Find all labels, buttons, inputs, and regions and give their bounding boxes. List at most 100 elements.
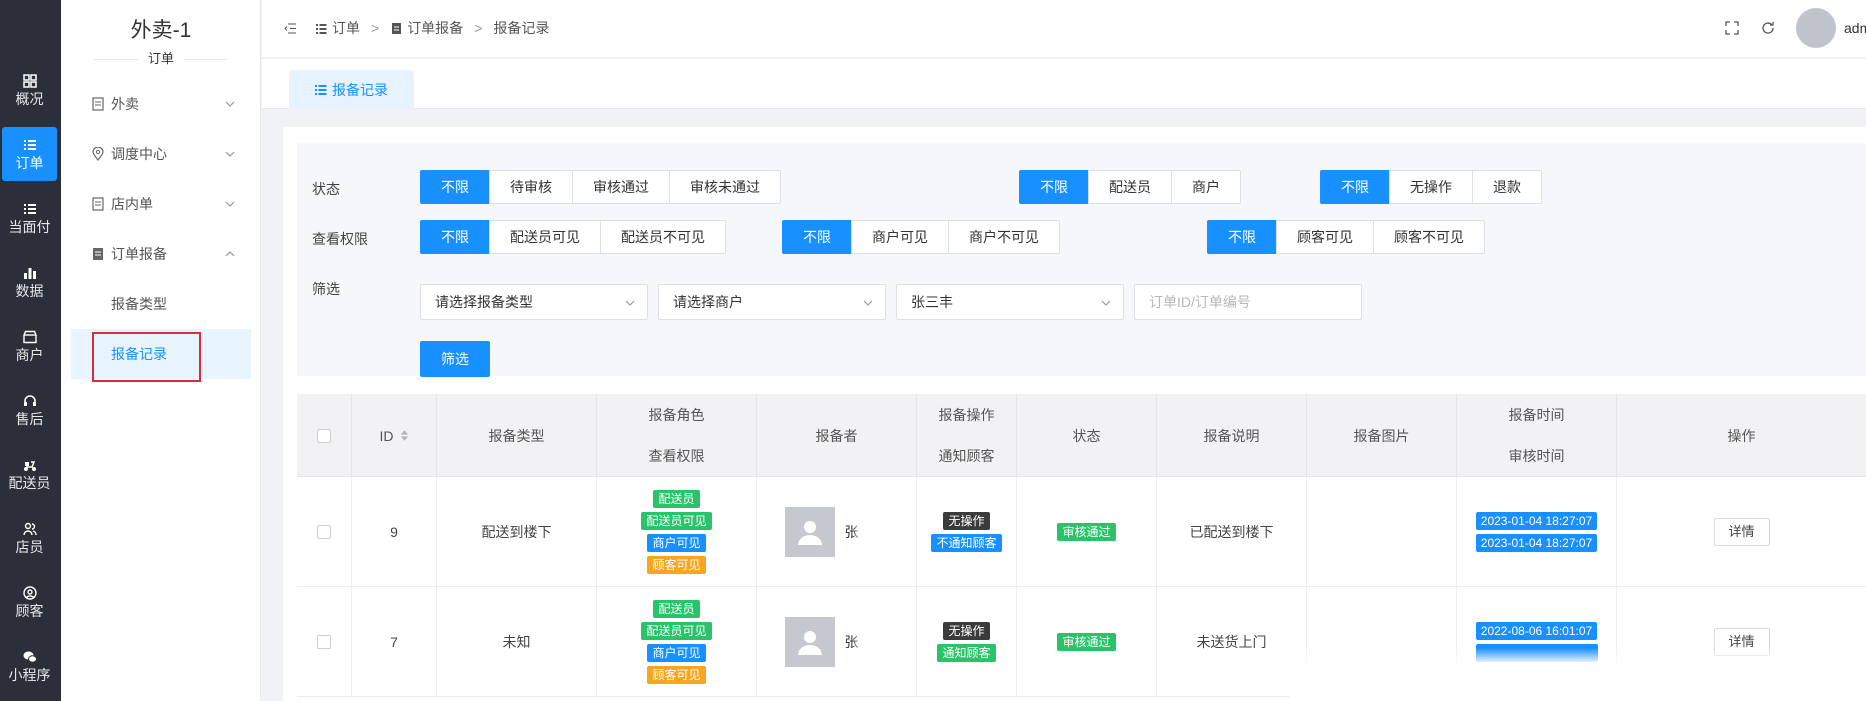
breadcrumb-item[interactable]: 订单报备	[407, 18, 463, 38]
customer-perm-all[interactable]: 不限	[1207, 220, 1277, 254]
rail-item-riders[interactable]: 配送员	[2, 447, 57, 501]
rail-item-after-sales[interactable]: 售后	[2, 383, 57, 437]
status-option-rejected[interactable]: 审核未通过	[669, 170, 781, 204]
header-status-label: 状态	[1072, 427, 1101, 444]
rail-label: 订单	[15, 154, 44, 171]
merchant-select[interactable]: 请选择商户	[658, 284, 886, 320]
menu-item-report-types[interactable]: 报备类型	[71, 282, 251, 326]
rail-item-customers[interactable]: 顾客	[2, 575, 57, 629]
action-option-refund[interactable]: 退款	[1472, 170, 1542, 204]
row-checkbox[interactable]	[317, 635, 331, 649]
rail-item-orders[interactable]: 订单	[2, 127, 57, 181]
header-status: 状态	[1017, 394, 1157, 477]
merchant-select-value: 请选择商户	[673, 294, 743, 310]
rider-select[interactable]: 张三丰	[896, 284, 1124, 320]
report-type-select[interactable]: 请选择报备类型	[420, 284, 648, 320]
document-icon	[92, 197, 104, 211]
location-icon	[92, 147, 104, 161]
tab-report-records[interactable]: 报备记录	[289, 70, 414, 109]
header-desc: 报备说明	[1157, 394, 1307, 477]
row-select-cell	[297, 477, 352, 587]
chevron-down-icon	[1101, 300, 1111, 306]
header-action-label: 报备操作	[938, 407, 995, 423]
notify-tag: 不通知顾客	[931, 534, 1002, 552]
table-row: 9 配送到楼下 配送员 配送员可见 商户可见 顾客可见 张 无操作 不通知顾客 …	[297, 477, 1866, 587]
rail-label: 配送员	[8, 474, 51, 491]
chevron-down-icon	[225, 151, 235, 157]
fullscreen-icon[interactable]	[1724, 20, 1740, 36]
order-id-input[interactable]: 订单ID/订单编号	[1134, 284, 1362, 320]
action-option-none[interactable]: 无操作	[1389, 170, 1473, 204]
rider-perm-visible[interactable]: 配送员可见	[489, 220, 601, 254]
content-card: 状态 不限 待审核 审核通过 审核未通过 不限 配送员 商户 不限 无操作 退款…	[283, 127, 1866, 701]
filter-panel: 状态 不限 待审核 审核通过 审核未通过 不限 配送员 商户 不限 无操作 退款…	[297, 143, 1866, 377]
menu-item-order-report[interactable]: 订单报备	[71, 232, 251, 276]
cell-action: 无操作 不通知顾客	[917, 477, 1017, 587]
role-tag: 配送员	[653, 490, 700, 508]
rail-label: 商户	[15, 346, 44, 363]
header-reporter: 报备者	[757, 394, 917, 477]
merchant-visible-tag: 商户可见	[647, 644, 706, 662]
refresh-icon[interactable]	[1760, 20, 1776, 36]
top-bar: 订单 > 订单报备 > 报备记录 admin	[262, 0, 1866, 58]
rider-visible-tag: 配送员可见	[641, 622, 712, 640]
status-option-approved[interactable]: 审核通过	[572, 170, 670, 204]
list-icon	[23, 139, 36, 150]
action-filter-group: 不限 无操作 退款	[1320, 170, 1542, 204]
breadcrumb-separator: >	[474, 20, 483, 36]
role-option-all[interactable]: 不限	[1019, 170, 1089, 204]
menu-item-label: 订单报备	[111, 246, 167, 262]
cell-op: 详情	[1617, 477, 1866, 587]
avatar[interactable]	[1796, 8, 1836, 48]
filter-submit-button[interactable]: 筛选	[420, 341, 490, 377]
header-desc-label: 报备说明	[1203, 427, 1260, 444]
merchant-perm-visible[interactable]: 商户可见	[851, 220, 949, 254]
customer-perm-visible[interactable]: 顾客可见	[1276, 220, 1374, 254]
status-filter-group: 不限 待审核 审核通过 审核未通过	[420, 170, 781, 204]
rail-label: 顾客	[15, 602, 44, 619]
header-op: 操作	[1617, 394, 1866, 477]
row-checkbox[interactable]	[317, 525, 331, 539]
notify-tag: 通知顾客	[937, 644, 996, 662]
rail-item-merchants[interactable]: 商户	[2, 319, 57, 373]
menu-item-takeaway[interactable]: 外卖	[71, 82, 251, 126]
shop-icon	[22, 330, 37, 343]
rail-item-staff[interactable]: 店员	[2, 511, 57, 565]
rail-label: 当面付	[8, 218, 51, 235]
cell-action: 无操作 通知顾客	[917, 587, 1017, 697]
breadcrumb-item[interactable]: 订单	[332, 18, 360, 38]
order-id-placeholder: 订单ID/订单编号	[1149, 294, 1251, 310]
detail-button[interactable]: 详情	[1713, 518, 1770, 546]
menu-item-dispatch[interactable]: 调度中心	[71, 132, 251, 176]
report-time-tag: 2023-01-04 18:27:07	[1475, 512, 1598, 530]
header-type: 报备类型	[437, 394, 597, 477]
wechat-icon	[23, 651, 37, 663]
sort-icon[interactable]	[400, 430, 409, 441]
status-option-pending[interactable]: 待审核	[489, 170, 573, 204]
role-option-rider[interactable]: 配送员	[1088, 170, 1172, 204]
select-all-checkbox[interactable]	[317, 428, 331, 443]
cell-id: 7	[352, 587, 437, 697]
menu-item-label: 报备类型	[111, 296, 167, 312]
merchant-perm-hidden[interactable]: 商户不可见	[948, 220, 1060, 254]
rider-perm-all[interactable]: 不限	[420, 220, 490, 254]
menu-item-dine-in[interactable]: 店内单	[71, 182, 251, 226]
rail-item-face-pay[interactable]: 当面付	[2, 191, 57, 245]
status-option-all[interactable]: 不限	[420, 170, 490, 204]
user-name[interactable]: admin	[1844, 20, 1866, 36]
rider-perm-group: 不限 配送员可见 配送员不可见	[420, 220, 726, 254]
header-id[interactable]: ID	[352, 394, 437, 477]
rider-perm-hidden[interactable]: 配送员不可见	[600, 220, 726, 254]
rail-item-overview[interactable]: 概况	[2, 63, 57, 117]
customer-perm-hidden[interactable]: 顾客不可见	[1373, 220, 1485, 254]
cell-status: 审核通过	[1017, 587, 1157, 697]
chevron-up-icon	[225, 251, 235, 257]
chevron-down-icon	[225, 101, 235, 107]
header-audit-time-label: 审核时间	[1508, 448, 1565, 464]
action-option-all[interactable]: 不限	[1320, 170, 1390, 204]
rail-item-data[interactable]: 数据	[2, 255, 57, 309]
merchant-perm-all[interactable]: 不限	[782, 220, 852, 254]
collapse-menu-icon[interactable]	[284, 22, 297, 35]
role-option-merchant[interactable]: 商户	[1171, 170, 1241, 204]
rail-item-mini-program[interactable]: 小程序	[2, 639, 57, 693]
